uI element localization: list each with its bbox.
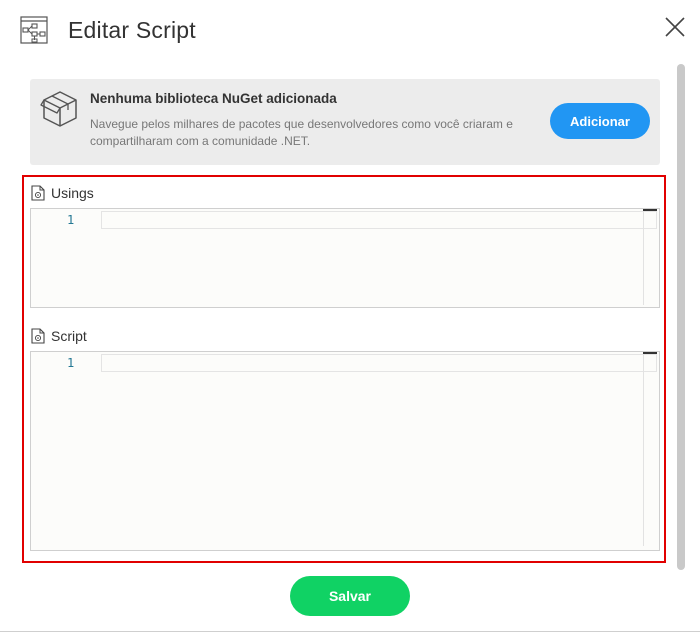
minimap-slider[interactable] <box>643 352 657 354</box>
usings-current-line[interactable] <box>101 211 657 229</box>
edit-script-dialog: Editar Script Nenhuma biblioteca NuGet a… <box>0 0 700 632</box>
script-label-text: Script <box>51 328 87 344</box>
nuget-description: Navegue pelos milhares de pacotes que de… <box>90 117 513 148</box>
line-number: 1 <box>67 356 75 370</box>
editor-minimap[interactable] <box>643 352 659 547</box>
script-label: Script <box>31 328 87 344</box>
usings-label: Usings <box>31 185 94 201</box>
box-icon <box>40 91 77 127</box>
add-nuget-button[interactable]: Adicionar <box>550 103 650 139</box>
line-number: 1 <box>67 213 75 227</box>
editor-minimap[interactable] <box>643 209 659 306</box>
nuget-title: Nenhuma biblioteca NuGet adicionada <box>90 91 337 106</box>
dialog-title: Editar Script <box>68 17 196 43</box>
script-code-editor[interactable]: 1 <box>30 351 660 551</box>
dialog-header: Editar Script <box>0 0 700 60</box>
usings-code-editor[interactable]: 1 <box>30 208 660 308</box>
close-icon[interactable] <box>662 14 688 40</box>
script-current-line[interactable] <box>101 354 657 372</box>
flowchart-icon <box>20 16 48 44</box>
minimap-slider[interactable] <box>643 209 657 211</box>
save-button[interactable]: Salvar <box>290 576 410 616</box>
nuget-empty-panel: Nenhuma biblioteca NuGet adicionada Nave… <box>30 79 660 165</box>
usings-label-text: Usings <box>51 185 94 201</box>
code-file-icon <box>31 185 45 201</box>
code-file-icon <box>31 328 45 344</box>
scrollbar-thumb[interactable] <box>677 64 685 570</box>
